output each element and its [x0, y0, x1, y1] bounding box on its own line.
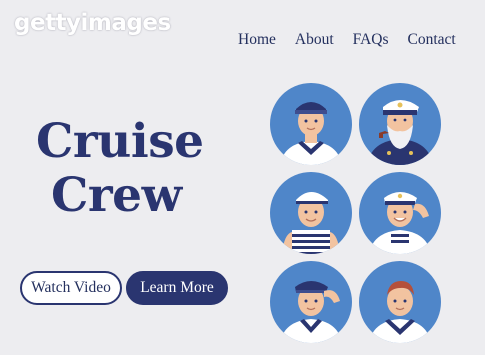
sailor-redhead-icon	[359, 261, 441, 343]
sailor-striped-shirt-icon	[270, 172, 352, 254]
nav-contact[interactable]: Contact	[408, 31, 456, 49]
hero-title-line1: Cruise	[36, 114, 204, 169]
nav-faqs[interactable]: FAQs	[353, 31, 389, 49]
captain-with-pipe-icon	[359, 83, 441, 165]
hero-title: Cruise Crew	[36, 115, 204, 223]
nav-home[interactable]: Home	[238, 31, 276, 49]
sailor-saluting-icon	[270, 261, 352, 343]
nav-about[interactable]: About	[295, 31, 334, 49]
learn-more-button[interactable]: Learn More	[126, 271, 228, 305]
hero-title-line2: Crew	[51, 168, 182, 223]
officer-saluting-icon	[359, 172, 441, 254]
getty-watermark: gettyimages	[14, 10, 171, 36]
crew-avatar-grid	[270, 83, 442, 355]
top-nav: Home About FAQs Contact	[238, 31, 456, 49]
sailor-blue-cap-icon	[270, 83, 352, 165]
watch-video-button[interactable]: Watch Video	[20, 271, 122, 305]
